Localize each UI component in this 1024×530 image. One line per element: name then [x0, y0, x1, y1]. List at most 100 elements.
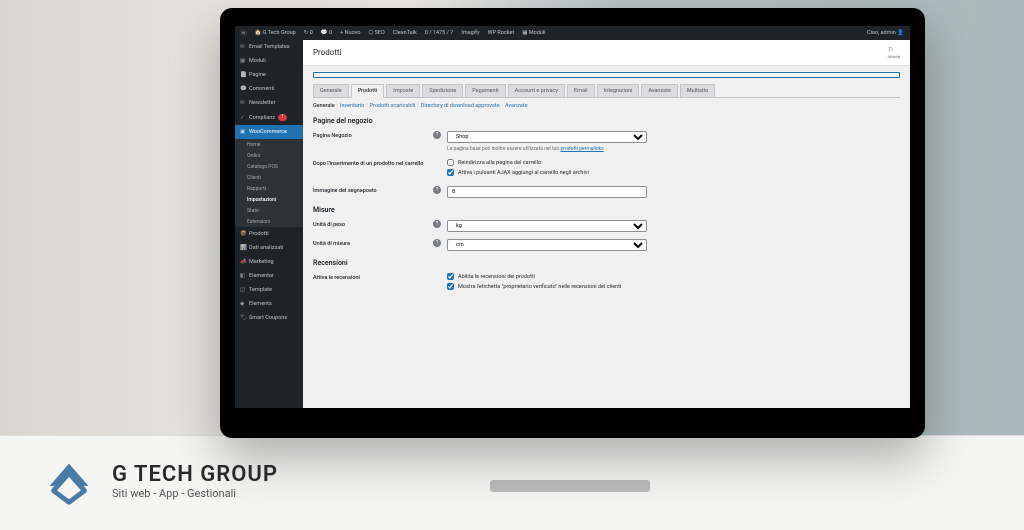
wp-admin-bar[interactable]: ⓦ 🏠 G Tech Group ↻ 0 💬 0 + Nuovo ⬡ SEO C…	[235, 26, 910, 40]
sidebar-item-woocommerce[interactable]: ▣WooCommerce	[235, 125, 303, 139]
verified-owner-cb-label: Mostra l'etichetta "proprietario verific…	[458, 284, 621, 290]
sidebar-item-email-templates[interactable]: ✉Email Templates	[235, 40, 303, 54]
sidebar-item-marketing[interactable]: 📣Marketing	[235, 255, 303, 269]
sidebar-item-moduli[interactable]: ▦Moduli	[235, 54, 303, 68]
comments-count[interactable]: 💬 0	[321, 30, 332, 36]
sidebar-item-complianz[interactable]: ✓Complianz1	[235, 110, 303, 125]
moduli-menu[interactable]: ▦ Moduli	[522, 30, 545, 36]
shop-page-select[interactable]: Shop	[447, 131, 647, 143]
shop-page-label: Pagina Negozio	[313, 131, 433, 139]
tab-integrazioni[interactable]: Integrazioni	[597, 84, 640, 97]
help-icon[interactable]: ?	[433, 239, 441, 247]
tab-avanzate[interactable]: Avanzate	[641, 84, 678, 97]
enable-reviews-label: Attiva le recensioni	[313, 273, 433, 281]
sidebar-item-label: Prodotti	[249, 231, 269, 237]
sidebar-item-pagine[interactable]: 📄Pagine	[235, 68, 303, 82]
sidebar-item-label: Email Templates	[249, 44, 290, 50]
placeholder-image-label: Immagine del segnaposto	[313, 186, 433, 194]
menu-icon: 📄	[240, 72, 246, 78]
sub-navigation: Generale|Inventario|Prodotti scaricabili…	[313, 103, 900, 109]
menu-icon: 📣	[240, 259, 246, 265]
cart-behavior-label: Dopo l'inserimento di un prodotto nel ca…	[313, 159, 433, 167]
menu-icon: ✓	[240, 115, 246, 121]
section-store-title: Pagine del negozio	[313, 117, 900, 125]
enable-reviews-cb-label: Abilita le recensioni dei prodotti	[458, 274, 535, 280]
sidebar-item-label: Commenti	[249, 86, 274, 92]
sidebar-item-elements[interactable]: ◆Elements	[235, 297, 303, 311]
permalink-link[interactable]: prodotti permalinks	[560, 146, 603, 152]
site-name[interactable]: 🏠 G Tech Group	[255, 30, 296, 36]
menu-icon: 📦	[240, 231, 246, 237]
enable-reviews-checkbox[interactable]	[447, 273, 454, 280]
wp-logo-icon[interactable]: ⓦ	[241, 29, 247, 37]
menu-icon: ◆	[240, 301, 246, 307]
ajax-cart-label: Attiva i pulsanti AJAX aggiungi al carre…	[458, 170, 589, 176]
submenu-item-stato[interactable]: Stato	[235, 205, 303, 216]
sidebar-item-smart-coupons[interactable]: 🏷Smart Coupons	[235, 311, 303, 325]
main-content: Prodotti ⚐Attività GeneraleProdottiImpos…	[303, 40, 910, 408]
sidebar-item-label: Template	[249, 287, 272, 293]
sidebar-item-commenti[interactable]: 💬Commenti	[235, 82, 303, 96]
activity-icon[interactable]: ⚐Attività	[887, 46, 900, 59]
submenu-item-clienti[interactable]: Clienti	[235, 172, 303, 183]
subnav-directory-di-download-approvate[interactable]: Directory di download approvate	[421, 103, 500, 109]
tab-prodotti[interactable]: Prodotti	[351, 84, 385, 98]
updates-count[interactable]: ↻ 0	[304, 30, 313, 36]
wprocket-menu[interactable]: WP Rocket	[488, 30, 515, 36]
help-icon[interactable]: ?	[433, 220, 441, 228]
cleantalk-count: 0 / 1475 / 7	[425, 30, 454, 36]
help-icon[interactable]: ?	[433, 186, 441, 194]
tab-account-e-privacy[interactable]: Account e privacy	[508, 84, 565, 97]
sidebar-item-label: Smart Coupons	[249, 315, 287, 321]
user-greeting[interactable]: Ciao, admin 👤	[867, 30, 904, 36]
new-menu[interactable]: + Nuovo	[340, 30, 360, 36]
weight-unit-select[interactable]: kg	[447, 220, 647, 232]
page-header: Prodotti ⚐Attività	[303, 40, 910, 66]
sidebar-submenu: HomeOrdiniCatalogo POSClientiRapportiImp…	[235, 139, 303, 227]
submenu-item-estensioni[interactable]: Estensioni	[235, 216, 303, 227]
sidebar-item-label: WooCommerce	[249, 129, 287, 135]
subnav-generale[interactable]: Generale	[313, 103, 335, 109]
sidebar-item-dati-analizzati[interactable]: 📊Dati analizzati	[235, 241, 303, 255]
sidebar-item-label: Elements	[249, 301, 272, 307]
notification-badge: 1	[278, 114, 287, 121]
submenu-item-catalogo pos[interactable]: Catalogo POS	[235, 161, 303, 172]
sidebar-item-prodotti[interactable]: 📦Prodotti	[235, 227, 303, 241]
menu-icon: ✉	[240, 44, 246, 50]
menu-icon: ◧	[240, 273, 246, 279]
cleantalk-menu[interactable]: CleanTalk	[393, 30, 417, 36]
imagify-menu[interactable]: Imagify	[461, 30, 479, 36]
submenu-item-ordini[interactable]: Ordini	[235, 150, 303, 161]
ajax-cart-checkbox[interactable]	[447, 169, 454, 176]
menu-icon: 📊	[240, 245, 246, 251]
submenu-item-rapporti[interactable]: Rapporti	[235, 183, 303, 194]
sidebar-item-label: Elementor	[249, 273, 274, 279]
weight-unit-label: Unità di peso	[313, 220, 433, 228]
sidebar-item-label: Complianz	[249, 115, 275, 121]
tab-generale[interactable]: Generale	[313, 84, 349, 97]
sidebar-item-newsletter[interactable]: ✉Newsletter	[235, 96, 303, 110]
seo-menu[interactable]: ⬡ SEO	[368, 30, 384, 36]
verified-owner-checkbox[interactable]	[447, 283, 454, 290]
page-title: Prodotti	[313, 48, 342, 57]
placeholder-image-input[interactable]	[447, 186, 647, 198]
tab-imposte[interactable]: Imposte	[386, 84, 420, 97]
sidebar-item-elementor[interactable]: ◧Elementor	[235, 269, 303, 283]
dimension-unit-select[interactable]: cm	[447, 239, 647, 251]
submenu-item-impostazioni[interactable]: Impostazioni	[235, 194, 303, 205]
sidebar-item-template[interactable]: ◫Template	[235, 283, 303, 297]
sidebar-item-label: Moduli	[249, 58, 266, 64]
subnav-inventario[interactable]: Inventario	[340, 103, 364, 109]
tab-email[interactable]: Email	[567, 84, 595, 97]
tab-pagamenti[interactable]: Pagamenti	[465, 84, 505, 97]
submenu-item-home[interactable]: Home	[235, 139, 303, 150]
sidebar-item-label: Newsletter	[249, 100, 275, 106]
monitor-base	[490, 480, 650, 492]
help-icon[interactable]: ?	[433, 131, 441, 139]
redirect-cart-checkbox[interactable]	[447, 159, 454, 166]
tab-spedizione[interactable]: Spedizione	[422, 84, 463, 97]
tab-multisito[interactable]: Multisito	[680, 84, 715, 97]
menu-icon: 💬	[240, 86, 246, 92]
subnav-avanzate[interactable]: Avanzate	[505, 103, 528, 109]
subnav-prodotti-scaricabili[interactable]: Prodotti scaricabili	[370, 103, 416, 109]
